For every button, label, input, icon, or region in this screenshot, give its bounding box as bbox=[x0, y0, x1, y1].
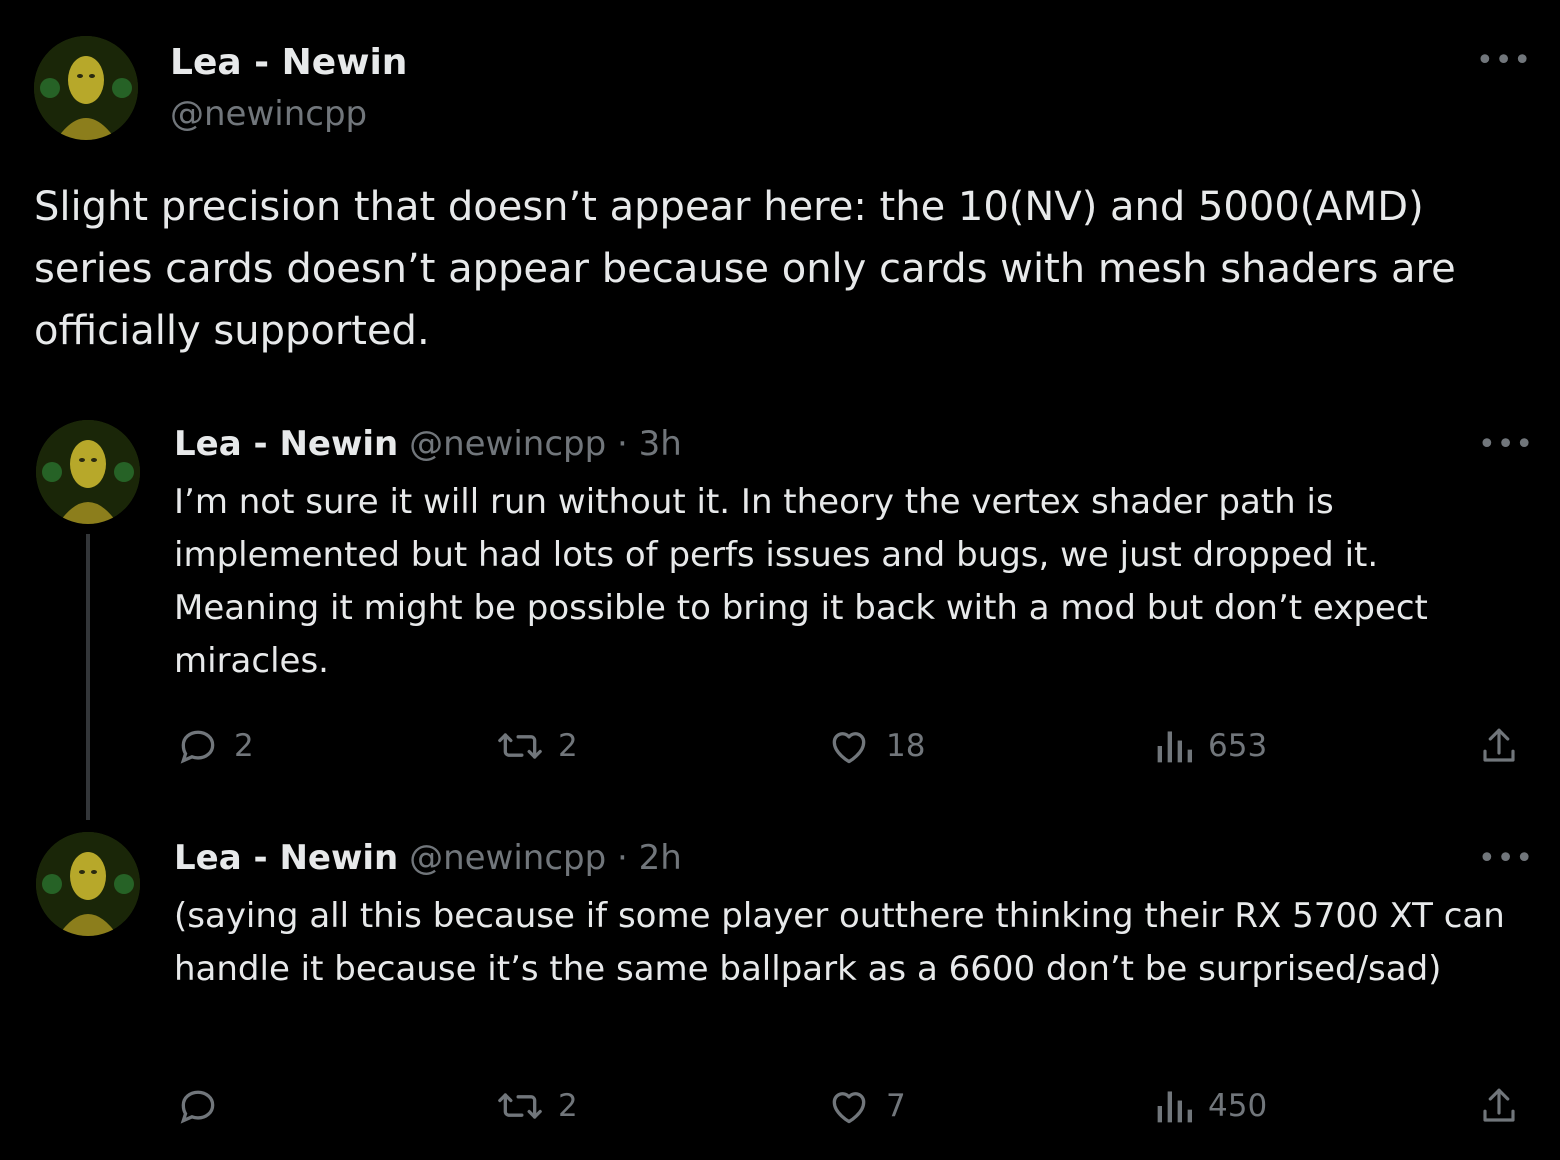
views-count: 450 bbox=[1208, 1088, 1268, 1124]
views-button[interactable]: 653 bbox=[1154, 724, 1267, 768]
reply-button[interactable] bbox=[176, 1084, 234, 1128]
views-count: 653 bbox=[1208, 728, 1268, 764]
display-name[interactable]: Lea - Newin bbox=[170, 42, 407, 83]
share-button[interactable] bbox=[1478, 1084, 1520, 1128]
repost-icon bbox=[498, 1093, 542, 1119]
reply-header: Lea - Newin @newincpp · 3h bbox=[174, 424, 682, 464]
reply-display-name[interactable]: Lea - Newin bbox=[174, 424, 398, 464]
avatar-main[interactable] bbox=[34, 36, 138, 140]
reply-header: Lea - Newin @newincpp · 2h bbox=[174, 838, 682, 878]
reply-bubble-icon bbox=[180, 730, 215, 764]
like-count: 7 bbox=[886, 1088, 906, 1124]
more-horizontal-icon[interactable]: ••• bbox=[1476, 46, 1532, 76]
thread-connector-line bbox=[86, 534, 90, 820]
reply-text: I’m not sure it will run without it. In … bbox=[174, 482, 1428, 681]
repost-button[interactable]: 2 bbox=[496, 1084, 578, 1128]
repost-count: 2 bbox=[558, 728, 578, 764]
more-horizontal-icon[interactable]: ••• bbox=[1478, 844, 1534, 874]
like-button[interactable]: 7 bbox=[826, 1084, 906, 1128]
repost-count: 2 bbox=[558, 1088, 578, 1124]
tweet-text: Slight precision that doesn’t appear her… bbox=[34, 184, 1456, 354]
like-button[interactable]: 18 bbox=[826, 724, 925, 768]
reply-bubble-icon bbox=[180, 1090, 215, 1124]
share-button[interactable] bbox=[1478, 724, 1520, 768]
reply-meta[interactable]: @newincpp · 3h bbox=[409, 424, 682, 464]
heart-icon bbox=[832, 732, 866, 764]
reply-button[interactable]: 2 bbox=[176, 724, 254, 768]
avatar-reply-2[interactable] bbox=[36, 832, 140, 936]
reply-text: (saying all this because if some player … bbox=[174, 896, 1505, 989]
handle[interactable]: @newincpp bbox=[170, 94, 367, 134]
more-horizontal-icon[interactable]: ••• bbox=[1478, 430, 1534, 460]
share-upload-icon bbox=[1483, 728, 1515, 762]
repost-button[interactable]: 2 bbox=[496, 724, 578, 768]
heart-icon bbox=[832, 1092, 866, 1124]
views-bar-chart-icon bbox=[1157, 731, 1192, 763]
views-bar-chart-icon bbox=[1157, 1091, 1192, 1123]
reply-count: 2 bbox=[234, 728, 254, 764]
share-upload-icon bbox=[1483, 1088, 1515, 1122]
like-count: 18 bbox=[886, 728, 926, 764]
views-button[interactable]: 450 bbox=[1154, 1084, 1267, 1128]
avatar-reply-1[interactable] bbox=[36, 420, 140, 524]
repost-icon bbox=[498, 733, 542, 759]
reply-display-name[interactable]: Lea - Newin bbox=[174, 838, 398, 878]
reply-meta[interactable]: @newincpp · 2h bbox=[409, 838, 682, 878]
